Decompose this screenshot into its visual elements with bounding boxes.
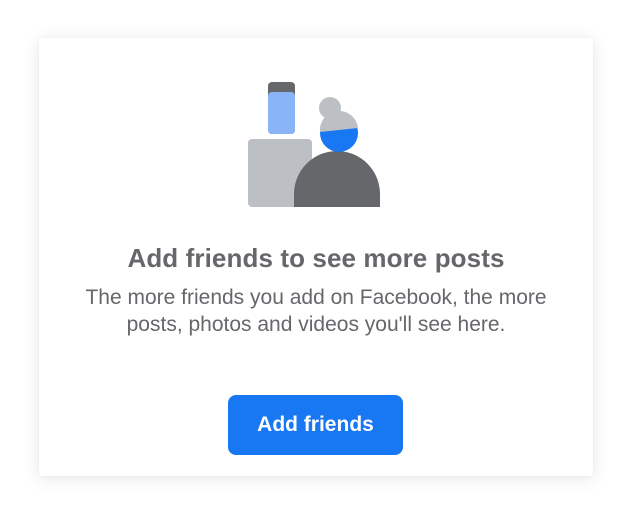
- add-friends-illustration-icon: [248, 82, 380, 207]
- empty-state-description: The more friends you add on Facebook, th…: [85, 286, 547, 336]
- page-title: Add friends to see more posts: [127, 243, 505, 273]
- page: Add friends to see more posts The more f…: [0, 0, 632, 520]
- add-friends-button[interactable]: Add friends: [228, 395, 403, 455]
